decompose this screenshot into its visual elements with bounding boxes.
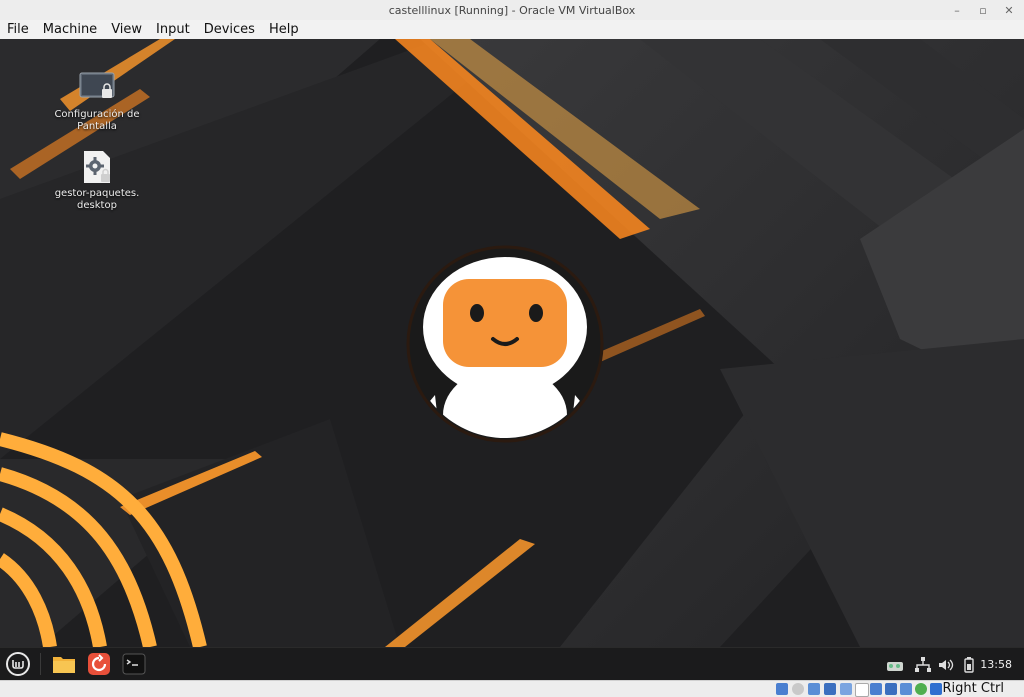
terminal-icon	[122, 653, 146, 675]
close-button[interactable]: ✕	[1002, 3, 1016, 17]
files-button[interactable]	[51, 651, 77, 677]
volume-icon[interactable]	[937, 656, 955, 674]
network-icon[interactable]	[914, 656, 932, 674]
taskbar: 13:58	[0, 647, 1024, 681]
maximize-button[interactable]: ▫	[976, 3, 990, 17]
desktop-icon-package-manager[interactable]: gestor-paquetes. desktop	[52, 150, 142, 212]
menu-machine[interactable]: Machine	[36, 20, 104, 39]
keyboard-icon[interactable]	[930, 683, 942, 695]
host-key-label[interactable]: Right Ctrl	[943, 681, 1005, 697]
desktop-icon-label-line2: desktop	[77, 200, 117, 211]
clock[interactable]: 13:58	[980, 648, 1012, 681]
guest-screen[interactable]: Configuración de Pantalla gestor-paquete…	[0, 39, 1024, 647]
vm-tray-icon[interactable]	[886, 656, 904, 674]
audio-icon[interactable]	[808, 683, 820, 695]
usb-icon[interactable]	[840, 683, 852, 695]
menu-file[interactable]: File	[0, 20, 36, 39]
battery-icon[interactable]	[960, 656, 978, 674]
astronaut-mascot	[406, 245, 604, 443]
mint-menu-button[interactable]	[5, 651, 31, 677]
window-titlebar: castelllinux [Running] - Oracle VM Virtu…	[0, 0, 1024, 20]
mouse-integration-icon[interactable]	[915, 683, 927, 695]
menu-help[interactable]: Help	[262, 20, 306, 39]
window-controls: – ▫ ✕	[950, 0, 1016, 20]
gear-file-icon	[82, 150, 112, 184]
window-title: castelllinux [Running] - Oracle VM Virtu…	[388, 3, 636, 17]
virtualization-icon[interactable]	[900, 683, 912, 695]
update-manager-button[interactable]	[86, 651, 112, 677]
recording-icon[interactable]	[885, 683, 897, 695]
menu-devices[interactable]: Devices	[197, 20, 262, 39]
display-icon[interactable]	[870, 683, 882, 695]
terminal-button[interactable]	[121, 651, 147, 677]
desktop-icon-label-line1: gestor-paquetes.	[54, 188, 140, 199]
monitor-icon	[78, 71, 116, 105]
update-manager-icon	[88, 653, 110, 675]
minimize-button[interactable]: –	[950, 3, 964, 17]
menu-bar: File Machine View Input Devices Help	[0, 20, 1024, 39]
vbox-status-bar: Right Ctrl	[0, 680, 1024, 697]
network-adapter-icon[interactable]	[824, 683, 836, 695]
desktop-icon-display-settings[interactable]: Configuración de Pantalla	[52, 71, 142, 133]
desktop-icon-label-line2: Pantalla	[77, 121, 117, 132]
files-folder-icon	[53, 657, 75, 673]
desktop-icon-label-line1: Configuración de	[54, 109, 140, 120]
menu-view[interactable]: View	[104, 20, 149, 39]
menu-input[interactable]: Input	[149, 20, 197, 39]
hard-disk-icon[interactable]	[776, 683, 788, 695]
taskbar-separator	[40, 653, 41, 675]
mint-menu-icon	[6, 652, 30, 676]
shared-folders-icon[interactable]	[855, 683, 869, 697]
optical-drive-icon[interactable]	[792, 683, 804, 695]
